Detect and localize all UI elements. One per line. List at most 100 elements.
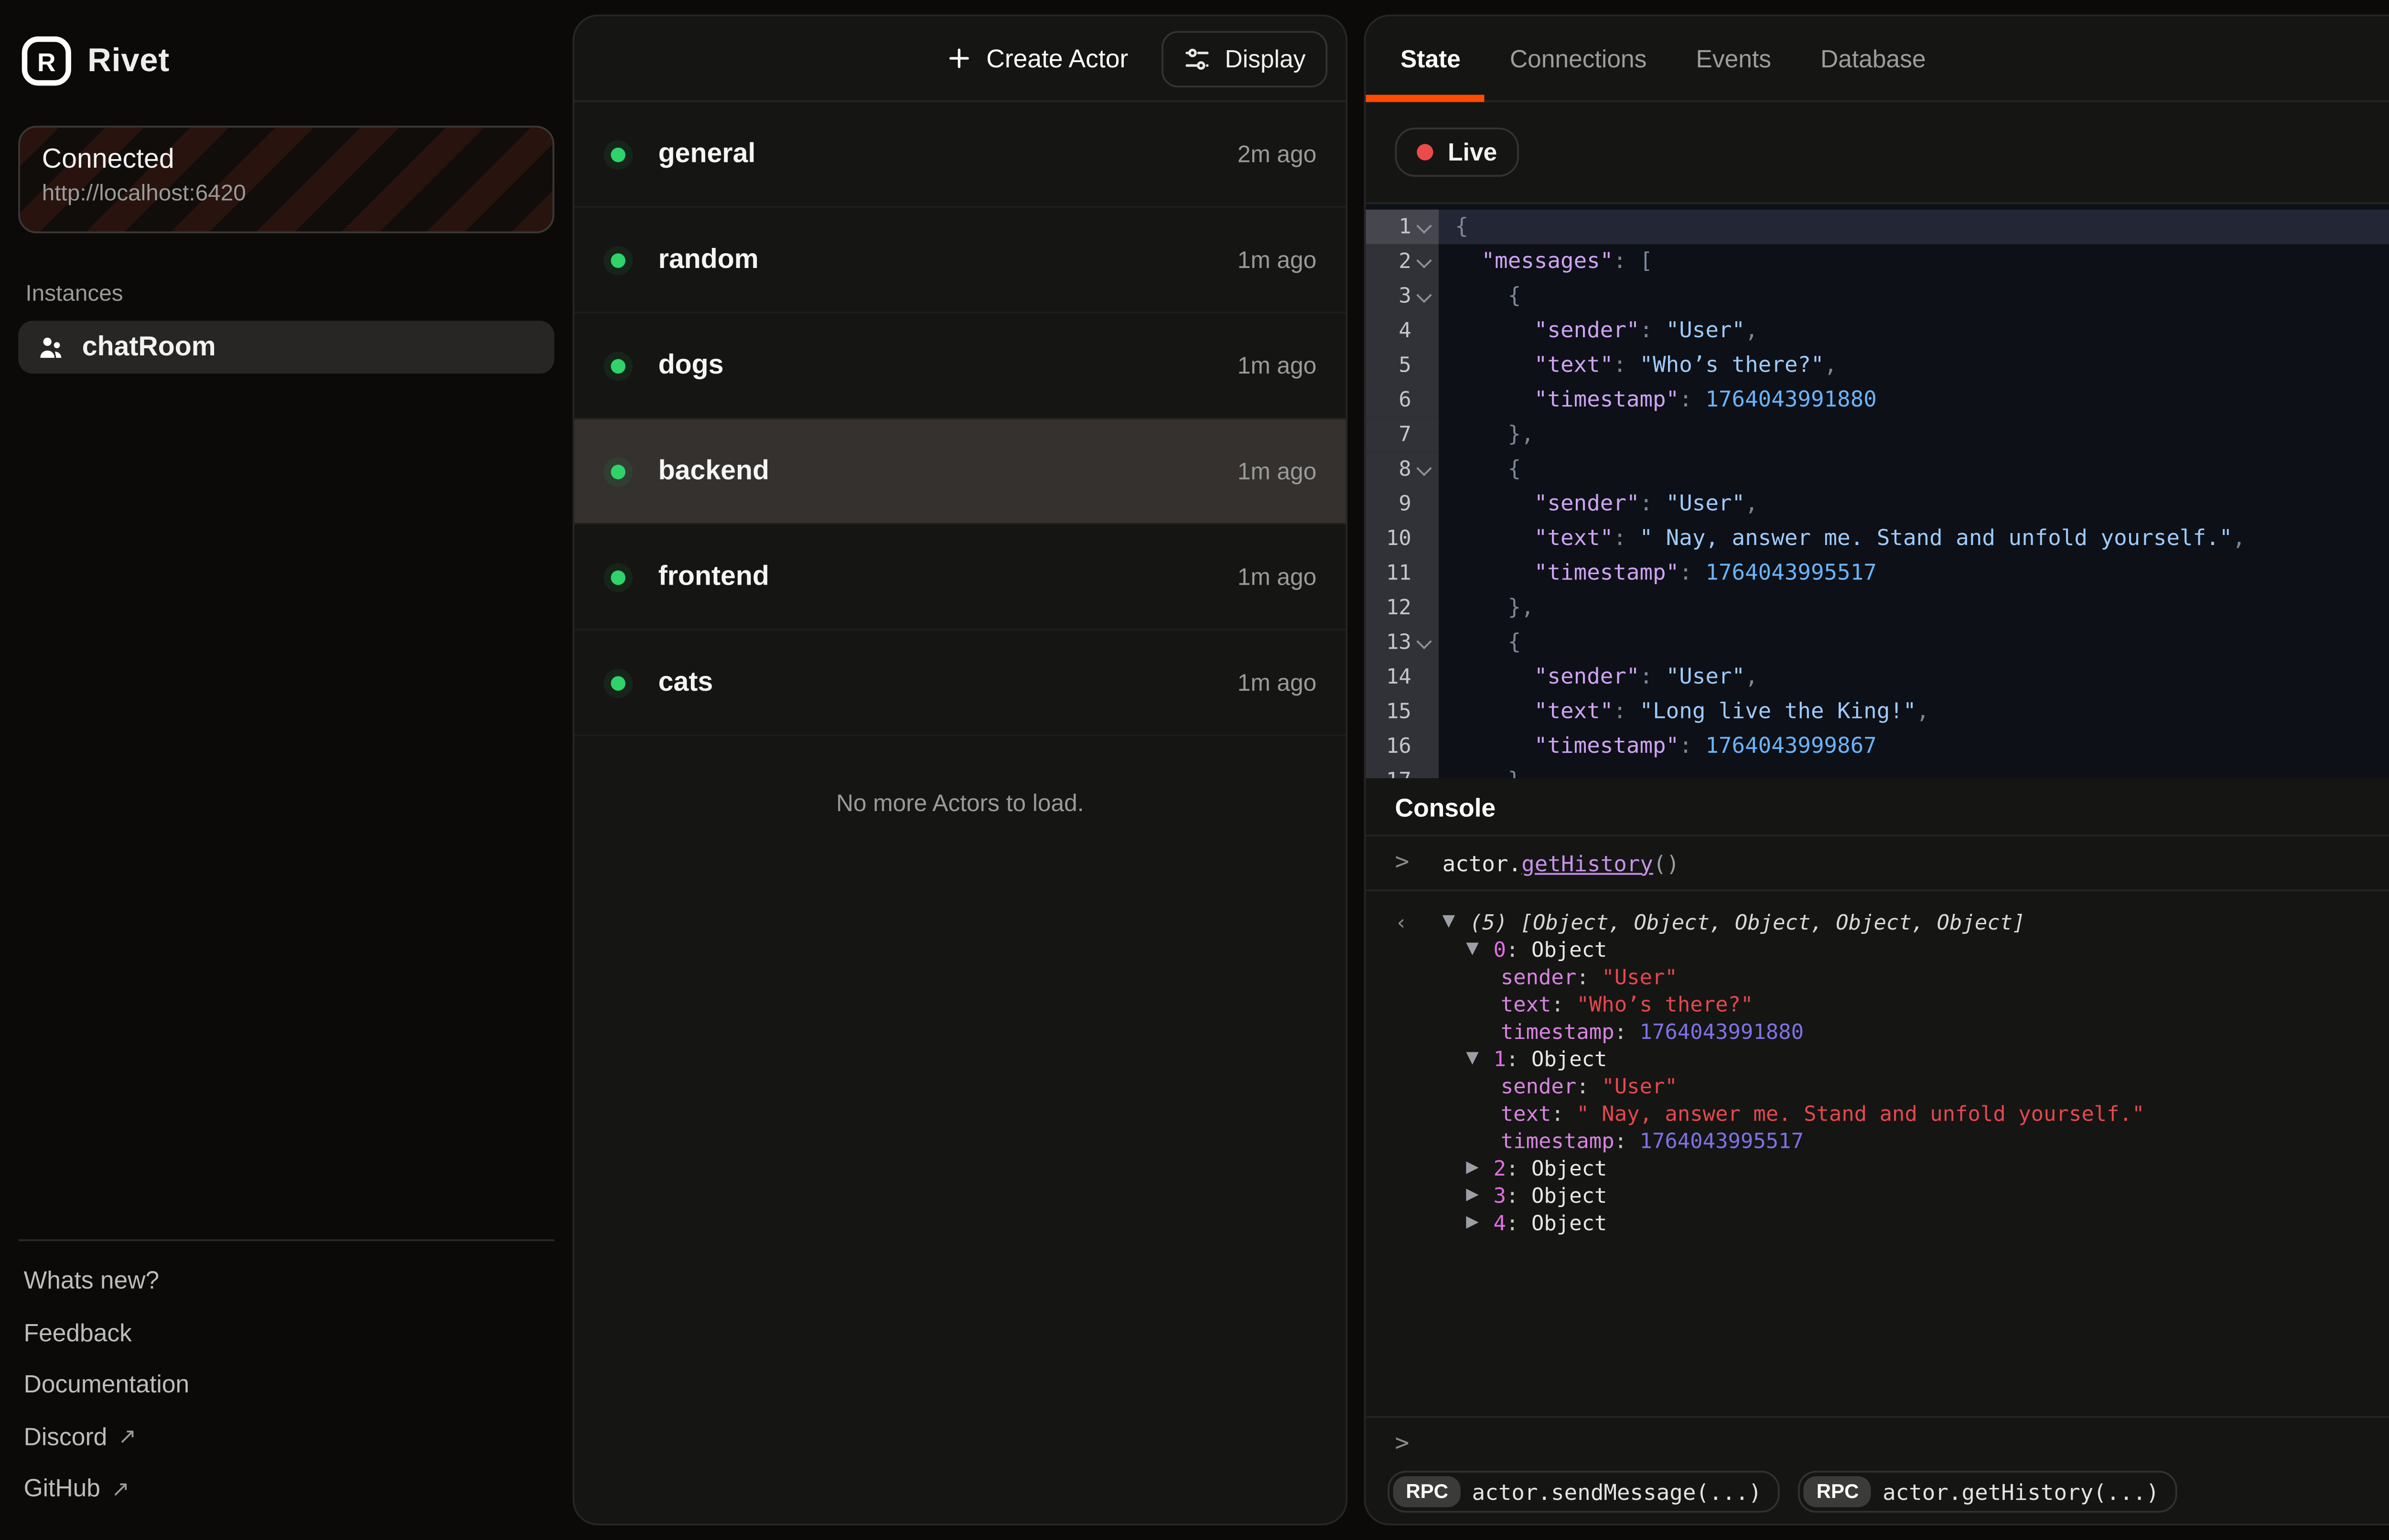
collapse-triangle-icon[interactable]: ▼: [1466, 1046, 1493, 1073]
console-property-row[interactable]: text: " Nay, answer me. Stand and unfold…: [1501, 1101, 2389, 1128]
editor-gutter-cell: 13: [1366, 625, 1439, 660]
console-input-row[interactable]: >: [1366, 1416, 2389, 1471]
sidebar-link-discord[interactable]: Discord ↗: [18, 1411, 554, 1463]
editor-line[interactable]: 16 "timestamp": 1764043999867: [1366, 729, 2389, 763]
brand-name: Rivet: [87, 42, 170, 80]
editor-line[interactable]: 5 "text": "Who’s there?",: [1366, 348, 2389, 383]
object-type: Object: [1531, 1183, 1607, 1210]
fold-spacer: [1415, 772, 1433, 778]
actor-name: general: [658, 139, 756, 170]
console-property-row[interactable]: sender: "User": [1501, 1073, 2389, 1101]
code-text: {: [1439, 625, 2389, 660]
code-text: "sender": "User",: [1439, 660, 2389, 694]
expand-triangle-icon[interactable]: ▶: [1466, 1210, 1493, 1237]
editor-gutter-cell: 9: [1366, 487, 1439, 521]
line-number: 8: [1399, 452, 1411, 486]
console-result-row[interactable]: ‹ ▼ (5) [Object, Object, Object, Object,…: [1395, 909, 2389, 937]
actor-row[interactable]: cats1m ago: [574, 631, 1345, 736]
result-summary: (5) [Object, Object, Object, Object, Obj…: [1470, 909, 2025, 937]
editor-line[interactable]: 12 },: [1366, 590, 2389, 625]
actor-row[interactable]: dogs1m ago: [574, 313, 1345, 419]
instances-section-label: Instances: [18, 281, 554, 306]
fold-spacer: [1415, 599, 1433, 617]
editor-gutter-cell: 2: [1366, 244, 1439, 278]
sidebar-footer: Whats new? Feedback Documentation Discor…: [18, 1239, 554, 1515]
collapse-triangle-icon[interactable]: ▼: [1466, 937, 1493, 964]
editor-line[interactable]: 8 {: [1366, 452, 2389, 486]
users-icon: [36, 332, 65, 362]
property-value: 1764043991880: [1640, 1019, 1804, 1046]
line-number: 11: [1386, 556, 1411, 590]
console-object-row[interactable]: ▼0: Object: [1466, 937, 2389, 964]
actor-list: general2m agorandom1m agodogs1m agobacke…: [574, 102, 1345, 737]
editor-line[interactable]: 9 "sender": "User",: [1366, 487, 2389, 521]
console-object-row[interactable]: ▶2: Object: [1466, 1155, 2389, 1183]
live-toggle-badge[interactable]: Live: [1395, 128, 1519, 177]
actor-row[interactable]: random1m ago: [574, 208, 1345, 313]
sidebar-link-feedback[interactable]: Feedback: [18, 1307, 554, 1359]
rpc-shortcut-button[interactable]: RPCactor.getHistory(...): [1798, 1471, 2178, 1513]
editor-gutter-cell: 1: [1366, 210, 1439, 244]
state-editor[interactable]: 1{2 "messages": [3 {4 "sender": "User",5…: [1366, 204, 2389, 778]
property-key: text: [1501, 992, 1551, 1019]
line-number: 7: [1399, 417, 1411, 452]
actors-list-footer: No more Actors to load.: [574, 736, 1345, 816]
editor-line[interactable]: 13 {: [1366, 625, 2389, 660]
expand-triangle-icon[interactable]: ▶: [1466, 1183, 1493, 1210]
console-property-row[interactable]: timestamp: 1764043991880: [1501, 1019, 2389, 1046]
console-object-row[interactable]: ▼1: Object: [1466, 1046, 2389, 1073]
sidebar-link-documentation[interactable]: Documentation: [18, 1358, 554, 1411]
editor-line[interactable]: 1{: [1366, 210, 2389, 244]
property-value: "User": [1602, 964, 1678, 991]
editor-gutter-cell: 17: [1366, 764, 1439, 779]
sidebar-item-chatroom[interactable]: chatRoom: [18, 321, 554, 374]
actors-panel: Create Actor Display general2m agorandom…: [572, 15, 1347, 1526]
rpc-shortcut-button[interactable]: RPCactor.sendMessage(...): [1388, 1471, 1780, 1513]
sidebar-link-whats-new[interactable]: Whats new?: [18, 1255, 554, 1307]
tab-events[interactable]: Events: [1696, 44, 1771, 72]
editor-line[interactable]: 4 "sender": "User",: [1366, 313, 2389, 348]
object-index: 2: [1494, 1155, 1506, 1183]
console-property-row[interactable]: text: "Who’s there?": [1501, 992, 2389, 1019]
code-text: {: [1439, 452, 2389, 486]
fold-chevron-icon[interactable]: [1415, 460, 1433, 478]
create-actor-button[interactable]: Create Actor: [932, 33, 1143, 84]
collapse-triangle-icon[interactable]: ▼: [1442, 909, 1470, 937]
editor-line[interactable]: 15 "text": "Long live the King!",: [1366, 695, 2389, 729]
editor-line[interactable]: 6 "timestamp": 1764043991880: [1366, 383, 2389, 417]
line-number: 10: [1386, 521, 1411, 556]
tab-connections[interactable]: Connections: [1510, 44, 1646, 72]
editor-line[interactable]: 14 "sender": "User",: [1366, 660, 2389, 694]
fold-chevron-icon[interactable]: [1415, 252, 1433, 270]
actor-row[interactable]: general2m ago: [574, 102, 1345, 208]
display-options-button[interactable]: Display: [1161, 30, 1327, 86]
console-object-row[interactable]: ▶3: Object: [1466, 1183, 2389, 1210]
editor-line[interactable]: 10 "text": " Nay, answer me. Stand and u…: [1366, 521, 2389, 556]
console-property-row[interactable]: sender: "User": [1501, 964, 2389, 991]
fold-chevron-icon[interactable]: [1415, 287, 1433, 305]
editor-line[interactable]: 2 "messages": [: [1366, 244, 2389, 278]
app-root: R Rivet Connected http://localhost:6420 …: [0, 0, 2389, 1540]
fold-chevron-icon[interactable]: [1415, 218, 1433, 236]
editor-line[interactable]: 17 }: [1366, 764, 2389, 779]
editor-line[interactable]: 11 "timestamp": 1764043995517: [1366, 556, 2389, 590]
expand-triangle-icon[interactable]: ▶: [1466, 1155, 1493, 1183]
connection-status-card[interactable]: Connected http://localhost:6420: [18, 126, 554, 233]
connection-url: http://localhost:6420: [42, 181, 531, 206]
actor-row[interactable]: frontend1m ago: [574, 525, 1345, 631]
inspector-tabbar: State Connections Events Database Runnin…: [1366, 16, 2389, 102]
brand[interactable]: R Rivet: [18, 36, 554, 86]
actor-row[interactable]: backend1m ago: [574, 419, 1345, 525]
plus-icon: [946, 45, 971, 71]
editor-line[interactable]: 3 {: [1366, 279, 2389, 313]
console-property-row[interactable]: timestamp: 1764043995517: [1501, 1128, 2389, 1155]
console-object-row[interactable]: ▶4: Object: [1466, 1210, 2389, 1237]
object-index: 0: [1494, 937, 1506, 964]
fold-chevron-icon[interactable]: [1415, 633, 1433, 652]
code-text: "text": "Who’s there?",: [1439, 348, 2389, 383]
tab-database[interactable]: Database: [1820, 44, 1926, 72]
tab-state[interactable]: State: [1400, 44, 1461, 72]
sidebar-link-github[interactable]: GitHub ↗: [18, 1463, 554, 1515]
editor-line[interactable]: 7 },: [1366, 417, 2389, 452]
fold-spacer: [1415, 703, 1433, 721]
